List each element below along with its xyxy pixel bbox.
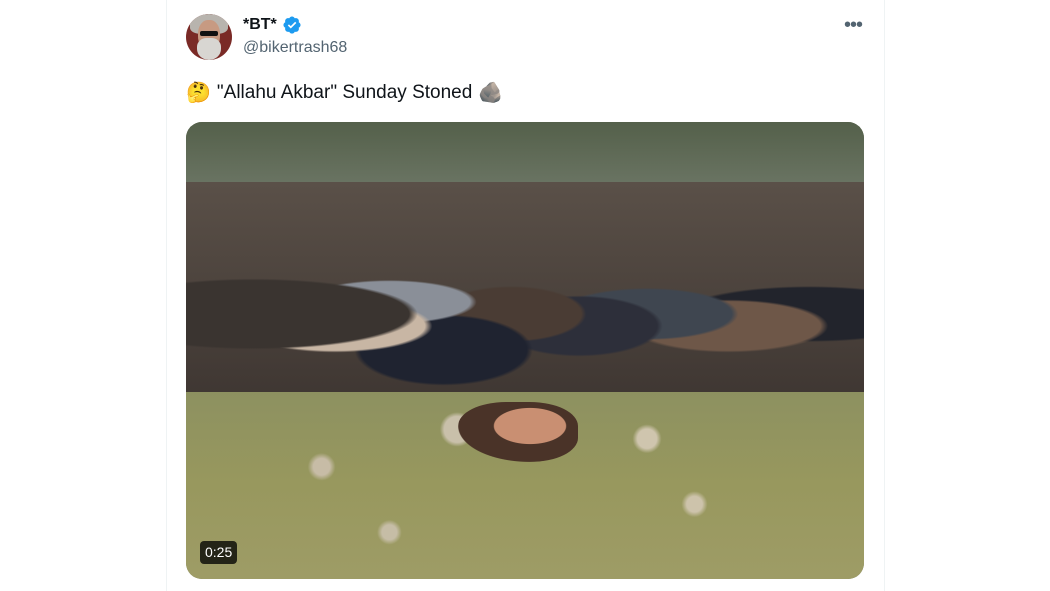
rock-emoji: 🪨 bbox=[478, 82, 504, 104]
video-duration-badge: 0:25 bbox=[200, 541, 238, 564]
video-player[interactable] bbox=[186, 122, 864, 579]
video-frame-subject bbox=[458, 402, 578, 462]
thinking-face-emoji: 🤔 bbox=[186, 82, 211, 104]
author-name-row: *BT* bbox=[243, 14, 302, 36]
verified-badge-icon[interactable] bbox=[282, 15, 302, 35]
author-handle[interactable]: @bikertrash68 bbox=[243, 39, 347, 57]
avatar[interactable] bbox=[186, 14, 232, 60]
tweet-body: "Allahu Akbar" Sunday Stoned bbox=[216, 82, 473, 103]
more-options-icon[interactable]: ••• bbox=[841, 14, 865, 36]
display-name[interactable]: *BT* bbox=[243, 16, 277, 34]
timeline-border-right bbox=[884, 0, 885, 591]
tweet-text: 🤔 "Allahu Akbar" Sunday Stoned 🪨 bbox=[186, 81, 503, 105]
timeline-border-left bbox=[166, 0, 167, 591]
video-frame-crowd bbox=[186, 182, 864, 422]
